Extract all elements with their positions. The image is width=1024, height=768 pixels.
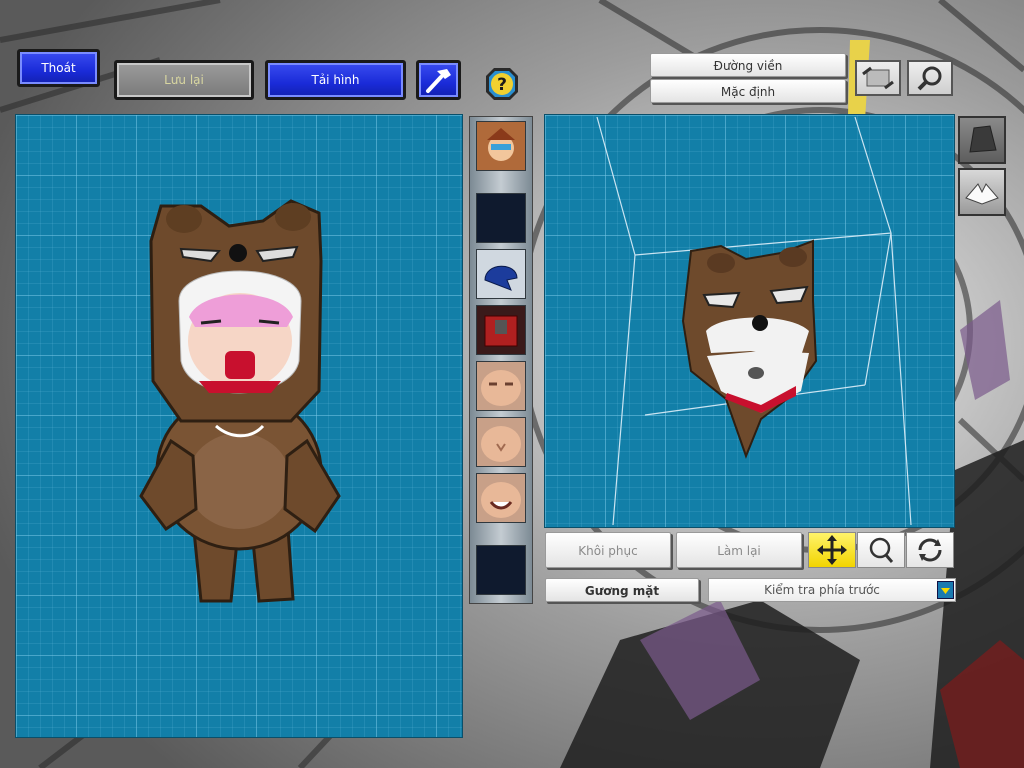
slot-face-nose[interactable] bbox=[476, 417, 526, 467]
editor-3d-scene bbox=[596, 116, 912, 526]
outline-button-label: Đường viền bbox=[713, 59, 783, 73]
slot-empty-2[interactable] bbox=[476, 545, 526, 595]
face-mouth-icon bbox=[481, 482, 521, 518]
item-slot-strip bbox=[469, 116, 533, 604]
hammer-button[interactable] bbox=[416, 60, 461, 100]
exit-button-label: Thoát bbox=[41, 61, 76, 75]
preview-zoom-button[interactable] bbox=[907, 60, 953, 96]
svg-text:?: ? bbox=[497, 75, 507, 95]
move-tool-button[interactable] bbox=[808, 532, 856, 568]
view-direction-value: Kiểm tra phía trước bbox=[764, 583, 880, 597]
side-item-wings-button[interactable] bbox=[958, 168, 1006, 216]
editor-3d-panel bbox=[544, 114, 955, 528]
zoom-tool-button[interactable] bbox=[857, 532, 905, 568]
dropdown-arrow-button[interactable] bbox=[937, 581, 954, 599]
face-eyes-icon bbox=[481, 370, 521, 406]
side-item-rock-button[interactable] bbox=[958, 116, 1006, 164]
magnifier-icon bbox=[869, 537, 894, 563]
question-icon: ? bbox=[486, 68, 518, 100]
slot-face-mouth[interactable] bbox=[476, 473, 526, 523]
rotate-icon bbox=[918, 538, 942, 562]
swap-icon bbox=[862, 66, 894, 90]
magnifier-icon bbox=[917, 66, 942, 91]
save-button[interactable]: Lưu lại bbox=[114, 60, 254, 100]
chevron-down-icon bbox=[941, 588, 950, 594]
slot-empty-1[interactable] bbox=[476, 193, 526, 243]
restore-button[interactable]: Khôi phục bbox=[545, 532, 671, 568]
character-preview-panel bbox=[15, 114, 463, 738]
help-button[interactable]: ? bbox=[484, 66, 520, 102]
redo-button[interactable]: Làm lại bbox=[676, 532, 802, 568]
reload-image-button[interactable]: Tải hình bbox=[265, 60, 406, 100]
portrait-icon bbox=[477, 122, 525, 170]
outline-button[interactable]: Đường viền bbox=[650, 53, 846, 77]
armor-icon bbox=[484, 315, 518, 347]
face-button[interactable]: Gương mặt bbox=[545, 578, 699, 602]
helmet-icon bbox=[484, 265, 518, 291]
exit-button[interactable]: Thoát bbox=[17, 49, 100, 87]
default-button[interactable]: Mặc định bbox=[650, 79, 846, 103]
save-button-label: Lưu lại bbox=[164, 73, 204, 87]
redo-button-label: Làm lại bbox=[717, 544, 761, 558]
slot-face-eyes[interactable] bbox=[476, 361, 526, 411]
reload-image-button-label: Tải hình bbox=[311, 73, 360, 87]
rotate-tool-button[interactable] bbox=[906, 532, 954, 568]
view-direction-select[interactable]: Kiểm tra phía trước bbox=[708, 578, 956, 602]
bear-costume-character bbox=[139, 199, 341, 603]
slot-helmet[interactable] bbox=[476, 249, 526, 299]
restore-button-label: Khôi phục bbox=[578, 544, 638, 558]
move-arrows-icon bbox=[817, 535, 847, 565]
swap-view-button[interactable] bbox=[855, 60, 901, 96]
wings-icon bbox=[965, 183, 999, 205]
rock-icon bbox=[969, 125, 997, 153]
default-button-label: Mặc định bbox=[720, 85, 776, 99]
face-button-label: Gương mặt bbox=[584, 584, 660, 598]
slot-character-portrait[interactable] bbox=[476, 121, 526, 171]
slot-armor[interactable] bbox=[476, 305, 526, 355]
face-nose-icon bbox=[481, 426, 521, 462]
hammer-icon bbox=[426, 69, 451, 93]
